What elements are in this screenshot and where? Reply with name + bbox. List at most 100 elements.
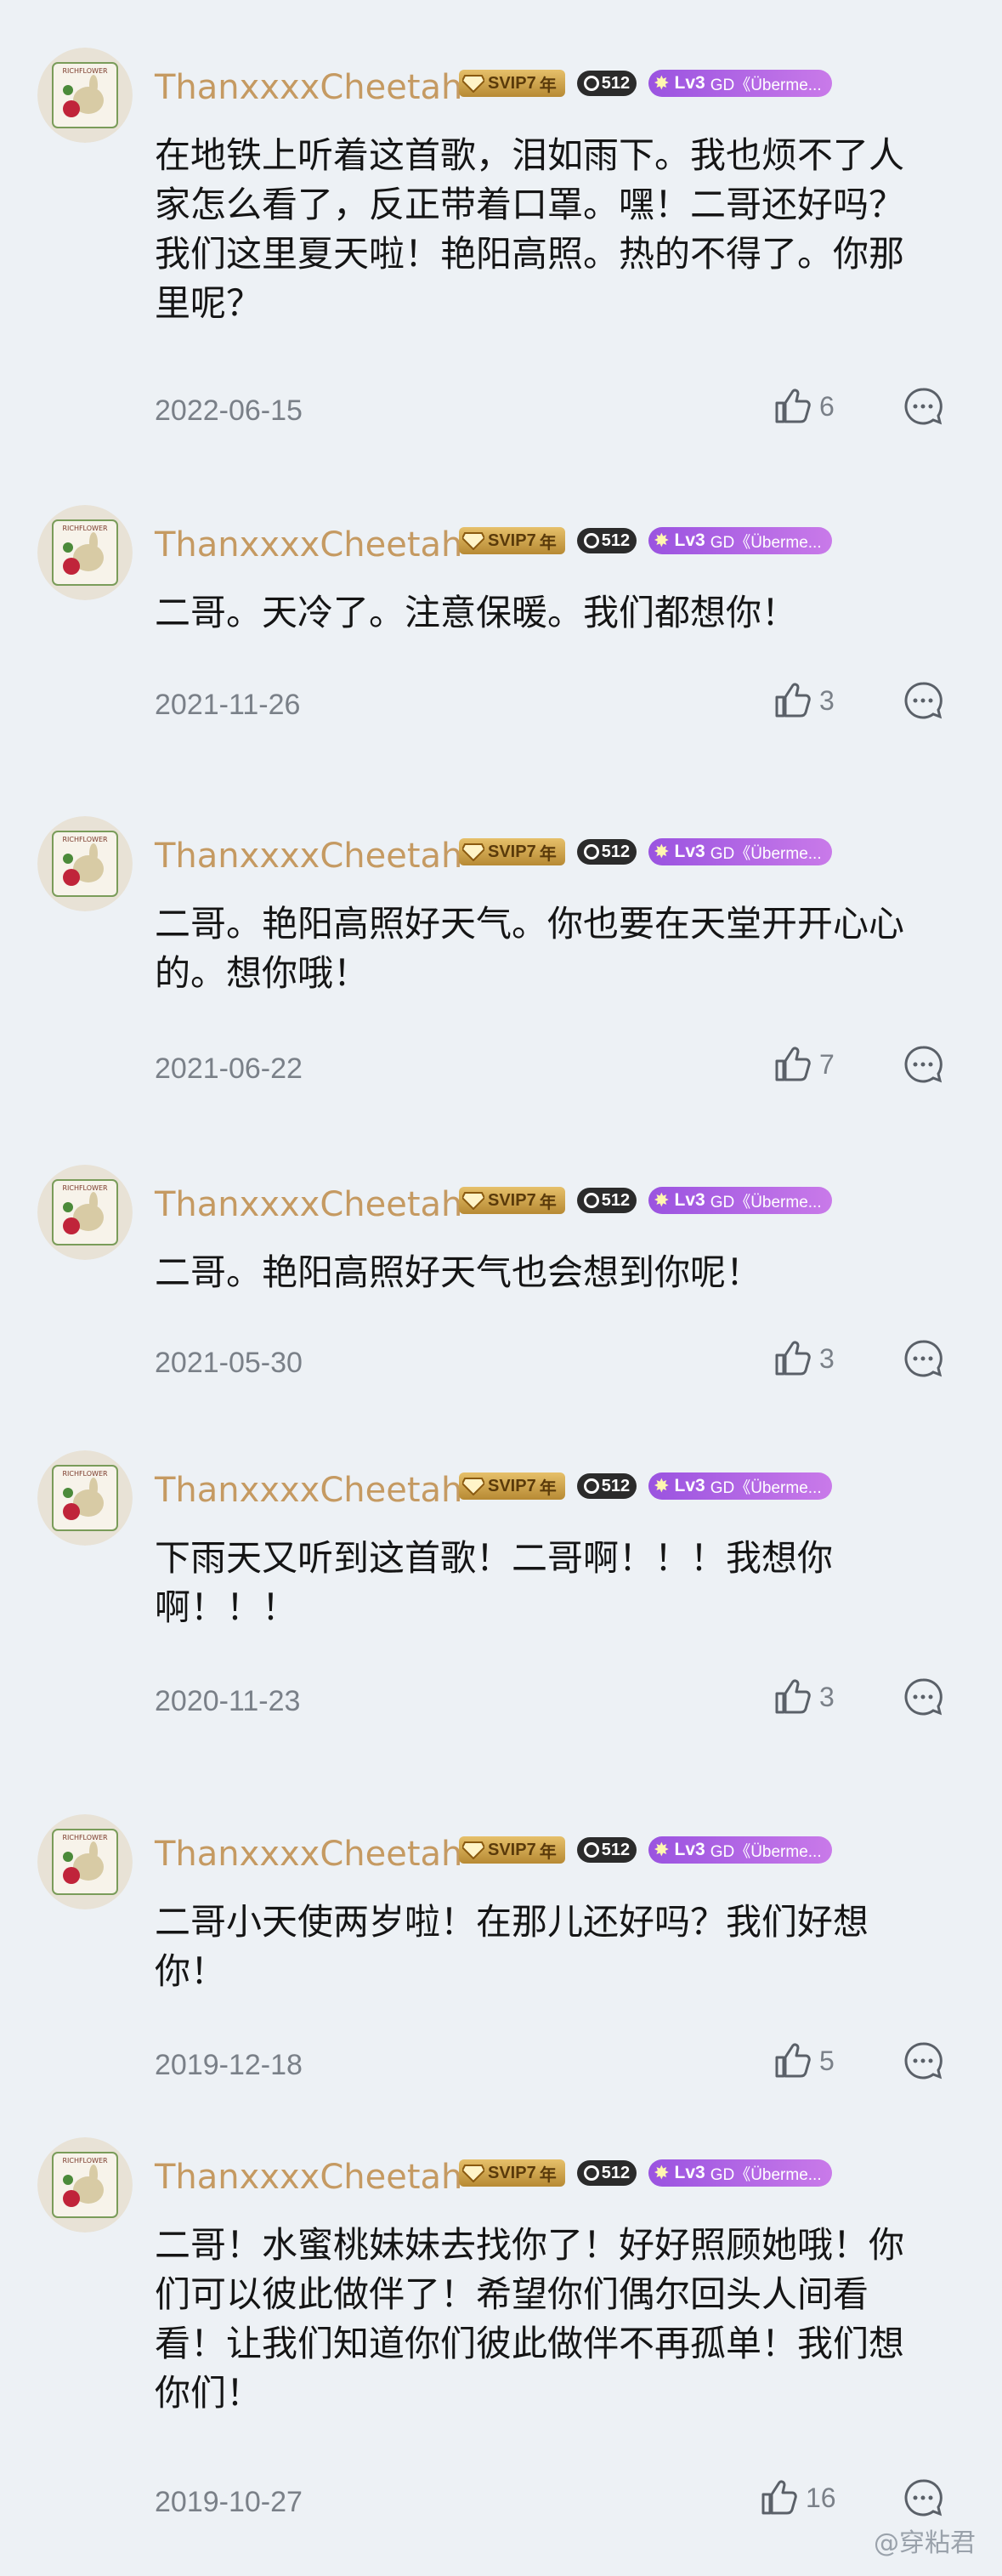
music-badge[interactable]: 512 <box>576 2160 637 2186</box>
like-button[interactable]: 3 <box>772 1677 835 1717</box>
avatar[interactable]: RICHFLOWER <box>37 816 133 911</box>
thumbs-up-icon <box>775 2043 811 2078</box>
avatar[interactable]: RICHFLOWER <box>37 1165 133 1260</box>
sparkle-icon: ✸ <box>654 1475 670 1496</box>
music-badge[interactable]: 512 <box>576 1188 637 1213</box>
avatar[interactable]: RICHFLOWER <box>37 48 133 143</box>
avatar-image: RICHFLOWER <box>37 48 133 143</box>
like-button[interactable]: 3 <box>772 1338 835 1379</box>
svg-text:RICHFLOWER: RICHFLOWER <box>62 2157 108 2165</box>
watermark: @穿粘君 <box>874 2522 976 2559</box>
music-badge[interactable]: 512 <box>576 1837 637 1863</box>
svg-text:RICHFLOWER: RICHFLOWER <box>62 1470 108 1478</box>
level-badge[interactable]: ✸ Lv3 GD《Überme... <box>648 1187 832 1214</box>
svip-badge[interactable]: SVIP7 年 <box>459 1187 565 1214</box>
svip-label: SVIP7 <box>488 531 536 550</box>
like-button[interactable]: 3 <box>772 680 835 721</box>
badge-row: SVIP7 年 512 ✸ Lv3 GD《Überme... <box>459 525 832 556</box>
svip-label: SVIP7 <box>488 2163 536 2182</box>
comment-more-icon[interactable] <box>903 680 943 721</box>
thumbs-up-icon <box>775 1341 811 1376</box>
music-ring-icon <box>583 1842 599 1858</box>
username[interactable]: ThanxxxxCheetah <box>155 2158 462 2197</box>
svip-badge[interactable]: SVIP7 年 <box>459 838 565 865</box>
diamond-icon <box>462 75 484 93</box>
svip-badge[interactable]: SVIP7 年 <box>459 2159 565 2187</box>
avatar[interactable]: RICHFLOWER <box>37 505 133 600</box>
level-label: Lv3 <box>674 531 705 550</box>
music-badge[interactable]: 512 <box>576 1473 637 1499</box>
diamond-icon <box>462 532 484 550</box>
svip-label: SVIP7 <box>488 1476 536 1495</box>
level-label: Lv3 <box>674 842 705 861</box>
svip-suffix: 年 <box>539 76 557 95</box>
comment-more-icon[interactable] <box>903 1044 943 1085</box>
like-button[interactable]: 7 <box>772 1044 835 1085</box>
username[interactable]: ThanxxxxCheetah <box>155 1471 462 1510</box>
comment-date: 2019-10-27 <box>155 2486 303 2518</box>
badge-row: SVIP7 年 512 ✸ Lv3 GD《Überme... <box>459 1185 832 1216</box>
comment-date: 2021-11-26 <box>155 689 301 721</box>
svip-badge[interactable]: SVIP7 年 <box>459 1472 565 1500</box>
music-badge-label: 512 <box>601 1190 631 1210</box>
like-button[interactable]: 6 <box>772 386 835 427</box>
music-badge-label: 512 <box>601 73 631 93</box>
comment-text: 在地铁上听着这首歌，泪如雨下。我也烦不了人家怎么看了，反正带着口罩。嘿！二哥还好… <box>155 134 905 324</box>
sparkle-icon: ✸ <box>654 841 670 862</box>
svip-badge[interactable]: SVIP7 年 <box>459 1836 565 1864</box>
username[interactable]: ThanxxxxCheetah <box>155 1185 462 1224</box>
music-badge[interactable]: 512 <box>576 839 637 865</box>
username[interactable]: ThanxxxxCheetah <box>155 68 462 107</box>
username[interactable]: ThanxxxxCheetah <box>155 1835 462 1874</box>
badge-row: SVIP7 年 512 ✸ Lv3 GD《Überme... <box>459 68 832 99</box>
comment-text: 二哥！水蜜桃妹妹去找你了！好好照顾她哦！你们可以彼此做伴了！希望你们偶尔回头人间… <box>155 2224 905 2414</box>
level-badge[interactable]: ✸ Lv3 GD《Überme... <box>648 1836 832 1864</box>
username[interactable]: ThanxxxxCheetah <box>155 525 462 565</box>
sparkle-icon: ✸ <box>654 1839 670 1860</box>
diamond-icon <box>462 1841 484 1859</box>
like-button[interactable]: 16 <box>758 2477 836 2518</box>
like-count: 16 <box>806 2482 836 2513</box>
diamond-icon <box>462 2165 484 2182</box>
level-tag: GD《Überme... <box>710 1842 822 1861</box>
svip-label: SVIP7 <box>488 1840 536 1859</box>
music-badge-label: 512 <box>601 842 631 861</box>
like-count: 6 <box>819 390 835 422</box>
comment-more-icon[interactable] <box>903 1677 943 1717</box>
like-button[interactable]: 5 <box>772 2040 835 2081</box>
level-badge[interactable]: ✸ Lv3 GD《Überme... <box>648 838 832 865</box>
svip-badge[interactable]: SVIP7 年 <box>459 527 565 554</box>
badge-row: SVIP7 年 512 ✸ Lv3 GD《Überme... <box>459 837 832 867</box>
svip-label: SVIP7 <box>488 1190 536 1210</box>
avatar-image: RICHFLOWER <box>37 1450 133 1546</box>
like-count: 5 <box>819 2045 835 2076</box>
comment-text: 二哥。艳阳高照好天气也会想到你呢！ <box>155 1251 762 1293</box>
level-badge[interactable]: ✸ Lv3 GD《Überme... <box>648 527 832 554</box>
username[interactable]: ThanxxxxCheetah <box>155 837 462 876</box>
level-tag: GD《Überme... <box>710 1478 822 1497</box>
avatar[interactable]: RICHFLOWER <box>37 1450 133 1546</box>
music-badge-label: 512 <box>601 1476 631 1495</box>
svip-suffix: 年 <box>539 533 557 553</box>
comment-more-icon[interactable] <box>903 2040 943 2081</box>
thumbs-up-icon <box>761 2480 797 2515</box>
avatar[interactable]: RICHFLOWER <box>37 2137 133 2233</box>
music-badge[interactable]: 512 <box>576 71 637 96</box>
svip-suffix: 年 <box>539 1842 557 1862</box>
diamond-icon <box>462 1192 484 1210</box>
music-badge[interactable]: 512 <box>576 528 637 553</box>
level-tag: GD《Überme... <box>710 2165 822 2184</box>
like-count: 3 <box>819 1342 835 1374</box>
level-badge[interactable]: ✸ Lv3 GD《Überme... <box>648 70 832 97</box>
level-badge[interactable]: ✸ Lv3 GD《Überme... <box>648 1472 832 1500</box>
badge-row: SVIP7 年 512 ✸ Lv3 GD《Überme... <box>459 1835 832 1865</box>
avatar-image: RICHFLOWER <box>37 505 133 600</box>
comment-date: 2022-06-15 <box>155 394 303 427</box>
comment-more-icon[interactable] <box>903 2477 943 2518</box>
comment-more-icon[interactable] <box>903 386 943 427</box>
level-badge[interactable]: ✸ Lv3 GD《Überme... <box>648 2159 832 2187</box>
avatar[interactable]: RICHFLOWER <box>37 1814 133 1909</box>
comment-more-icon[interactable] <box>903 1338 943 1379</box>
level-tag: GD《Überme... <box>710 844 822 863</box>
svip-badge[interactable]: SVIP7 年 <box>459 70 565 97</box>
